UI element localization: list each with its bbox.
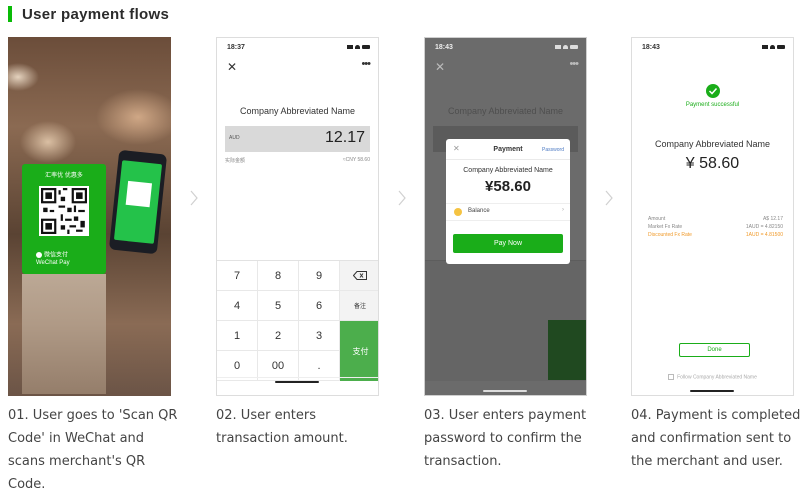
chevron-right-icon (398, 190, 406, 206)
modal-company: Company Abbreviated Name (463, 167, 553, 174)
chevron-right-icon (605, 190, 613, 206)
phone-screen (113, 160, 163, 244)
actual-amount-label: 实际金额 (225, 158, 246, 164)
battery-icon (777, 45, 785, 49)
battery-icon (570, 45, 578, 49)
status-time: 18:43 (642, 44, 660, 51)
checkbox-icon[interactable] (668, 374, 675, 380)
pay-now-button[interactable]: Pay Now (453, 234, 563, 253)
step-2-caption: 02. User enters transaction amount. (216, 408, 348, 446)
wifi-icon (563, 45, 568, 49)
signal-icon (347, 45, 353, 49)
stand-footer: 微信支付 WeChat Pay (36, 252, 70, 266)
home-indicator (690, 390, 734, 392)
close-icon[interactable]: ✕ (435, 60, 445, 74)
home-indicator (483, 390, 527, 392)
company-name: Company Abbreviated Name (239, 106, 356, 116)
follow-checkbox[interactable]: Follow Company Abbreviated Name (632, 374, 793, 380)
key-6[interactable]: 6 (299, 291, 340, 321)
bottom-bar (217, 377, 378, 395)
discounted-rate-row: Discounted Fx Rate 1AUD = 4.81500 (648, 232, 783, 238)
amount-value: 12.17 (324, 129, 365, 146)
key-4[interactable]: 4 (217, 291, 258, 321)
scanned-qr-icon (125, 180, 153, 208)
wechat-pay-icon (36, 252, 42, 258)
converted-amount: ≈CNY 58.60 (342, 157, 370, 163)
key-1[interactable]: 1 (217, 321, 258, 351)
status-time: 18:37 (227, 44, 245, 51)
market-rate-row: Market Fx Rate 1AUD = 4.82150 (648, 224, 783, 230)
signal-icon (762, 45, 768, 49)
qr-code-icon (39, 186, 89, 236)
qr-stand: 汇率优 优惠多 微信支付 WeChat Pay (22, 164, 106, 274)
key-8[interactable]: 8 (258, 261, 299, 291)
step-3-screen: Company Abbreviated Name 18:43 ✕ ••• ✕ P… (424, 37, 587, 396)
close-icon[interactable]: ✕ (227, 60, 237, 74)
pay-button[interactable]: 支付 (340, 321, 378, 381)
payment-modal: ✕ Payment Password Company Abbreviated N… (446, 139, 570, 264)
fx-details: Amount A$ 12.17 Market Fx Rate 1AUD = 4.82… (648, 215, 783, 239)
balance-row[interactable]: Balance › (446, 203, 570, 221)
chevron-right-icon: › (562, 207, 564, 213)
amount-row: Amount A$ 12.17 (648, 216, 783, 222)
wifi-icon (355, 45, 360, 49)
success-text: Payment successful (685, 102, 740, 108)
status-icons (555, 45, 578, 49)
status-time: 18:43 (435, 44, 453, 51)
wifi-icon (770, 45, 775, 49)
success-check-icon (706, 84, 720, 98)
balance-label: Balance (468, 208, 490, 214)
step-1-photo: 汇率优 优惠多 微信支付 WeChat Pay (8, 37, 171, 396)
key-2[interactable]: 2 (258, 321, 299, 351)
stand-base (22, 274, 106, 394)
status-icons (762, 45, 785, 49)
stand-header: 汇率优 优惠多 (45, 173, 83, 179)
company-name: Company Abbreviated Name (654, 139, 771, 149)
key-5[interactable]: 5 (258, 291, 299, 321)
step-4-screen: 18:43 Payment successful Company Abbrevi… (631, 37, 794, 396)
converted-amount-row: 实际金额 ≈CNY 58.60 (225, 157, 370, 164)
key-7[interactable]: 7 (217, 261, 258, 291)
currency-label: AUD (229, 135, 240, 141)
backspace-icon[interactable] (340, 261, 378, 291)
battery-icon (362, 45, 370, 49)
modal-amount: ¥58.60 (485, 178, 531, 195)
signal-icon (555, 45, 561, 49)
coin-icon (454, 208, 462, 216)
step-4-caption: 04. Payment is completed and confirmatio… (631, 408, 801, 469)
status-icons (347, 45, 370, 49)
step-1-caption: 01. User goes to 'Scan QR Code' in WeCha… (8, 408, 178, 492)
remark-button[interactable]: 备注 (340, 291, 378, 321)
section-title: User payment flows (22, 5, 170, 23)
numeric-keypad: 7 8 9 4 5 6 备注 1 2 3 支付 0 00 . (217, 260, 378, 381)
key-9[interactable]: 9 (299, 261, 340, 291)
more-icon[interactable]: ••• (361, 58, 371, 70)
chevron-right-icon (190, 190, 198, 206)
amount-input[interactable]: AUD 12.17 (225, 126, 370, 152)
home-indicator (275, 381, 319, 383)
key-3[interactable]: 3 (299, 321, 340, 351)
step-3-caption: 03. User enters payment password to conf… (424, 408, 587, 469)
section-header: User payment flows (8, 5, 169, 23)
step-2-screen: 18:37 ✕ ••• Company Abbreviated Name AUD… (216, 37, 379, 396)
more-icon[interactable]: ••• (569, 58, 579, 70)
accent-bar (8, 6, 12, 22)
done-button[interactable]: Done (679, 343, 750, 357)
paid-amount: ¥ 58.60 (685, 155, 740, 172)
password-link[interactable]: Password (542, 147, 564, 153)
divider (446, 159, 570, 160)
